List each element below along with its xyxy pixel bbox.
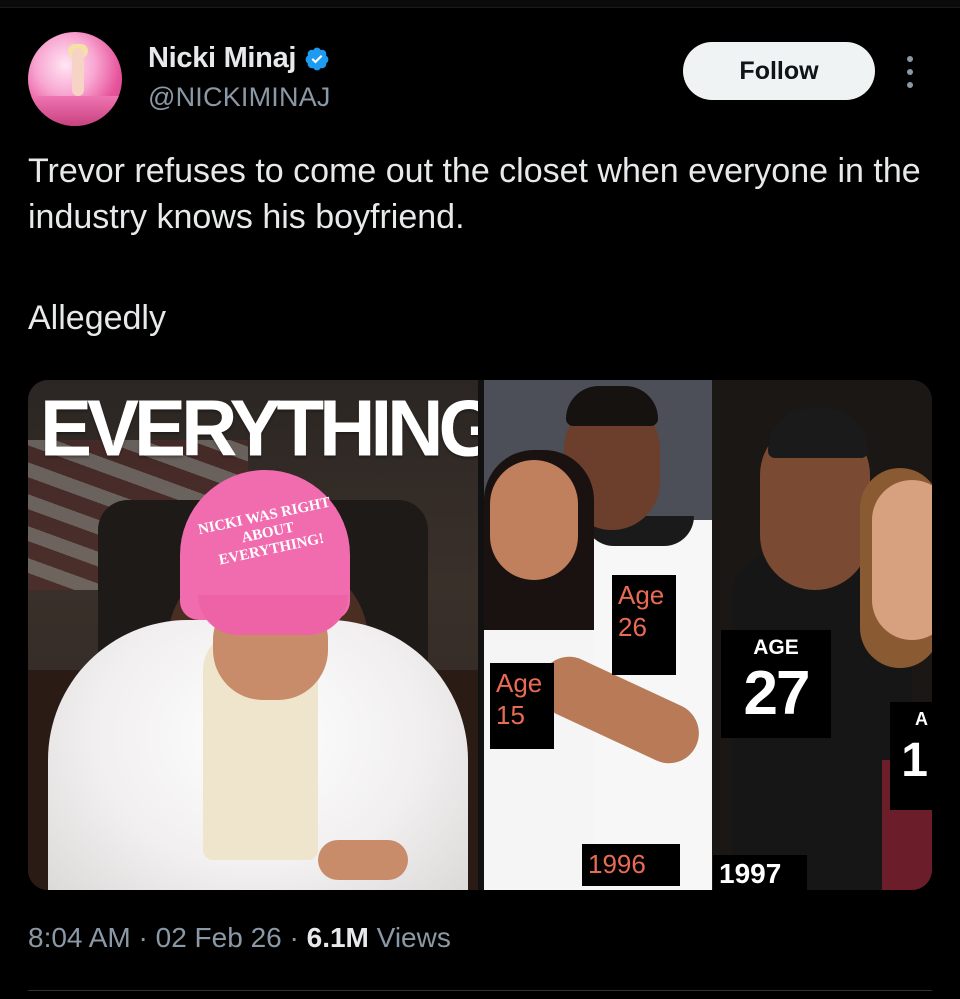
overlay-label-word: AGE — [753, 636, 799, 659]
media-headline: EVERYTHING — [40, 383, 478, 473]
author-handle[interactable]: @NICKIMINAJ — [148, 82, 331, 113]
overlay-label-year-1996: 1996 — [582, 844, 680, 886]
tweet-date[interactable]: 02 Feb 26 — [156, 922, 282, 954]
more-options-icon[interactable] — [900, 56, 920, 88]
tweet-body: Trevor refuses to come out the closet wh… — [28, 148, 938, 341]
bottom-divider — [28, 990, 932, 991]
views-label: Views — [368, 922, 451, 953]
overlay-label-partial: A 1 — [890, 702, 932, 810]
author-name-row[interactable]: Nicki Minaj — [148, 42, 330, 75]
overlay-label-number: 26 — [618, 612, 647, 642]
tweet-meta: 8:04 AM · 02 Feb 26 · 6.1M Views — [28, 922, 451, 954]
views-count[interactable]: 6.1M — [307, 922, 369, 954]
meta-separator: · — [130, 922, 156, 953]
overlay-label-age-26: Age 26 — [612, 575, 676, 675]
tweet-text-line-2: Allegedly — [28, 299, 166, 337]
overlay-label-number: 27 — [743, 659, 811, 728]
overlay-label-age-15: Age 15 — [490, 663, 554, 749]
tweet-media[interactable]: NICKI WAS RIGHT ABOUT EVERYTHING! EVERYT… — [28, 380, 932, 890]
follow-button[interactable]: Follow — [683, 42, 875, 100]
author-display-name[interactable]: Nicki Minaj — [148, 42, 296, 75]
overlay-label-word: Age — [496, 668, 543, 698]
overlay-label-year-1997: 1997 — [713, 855, 807, 890]
tweet-header: Nicki Minaj @NICKIMINAJ Follow — [28, 32, 932, 132]
avatar[interactable] — [28, 32, 122, 126]
top-divider — [0, 0, 960, 8]
media-image-left[interactable]: NICKI WAS RIGHT ABOUT EVERYTHING! EVERYT… — [28, 380, 478, 890]
verified-badge-icon — [305, 47, 329, 70]
media-image-middle[interactable] — [484, 380, 712, 890]
overlay-label-number: 1 — [901, 734, 928, 787]
tweet-time[interactable]: 8:04 AM — [28, 922, 131, 954]
overlay-label-age-27: AGE 27 — [721, 630, 831, 738]
overlay-label-word: Age — [618, 580, 665, 610]
overlay-label-number: 15 — [496, 700, 525, 730]
overlay-label-word: A — [915, 709, 928, 729]
tweet-text-line-1: Trevor refuses to come out the closet wh… — [28, 152, 921, 236]
meta-separator: · — [281, 922, 307, 953]
